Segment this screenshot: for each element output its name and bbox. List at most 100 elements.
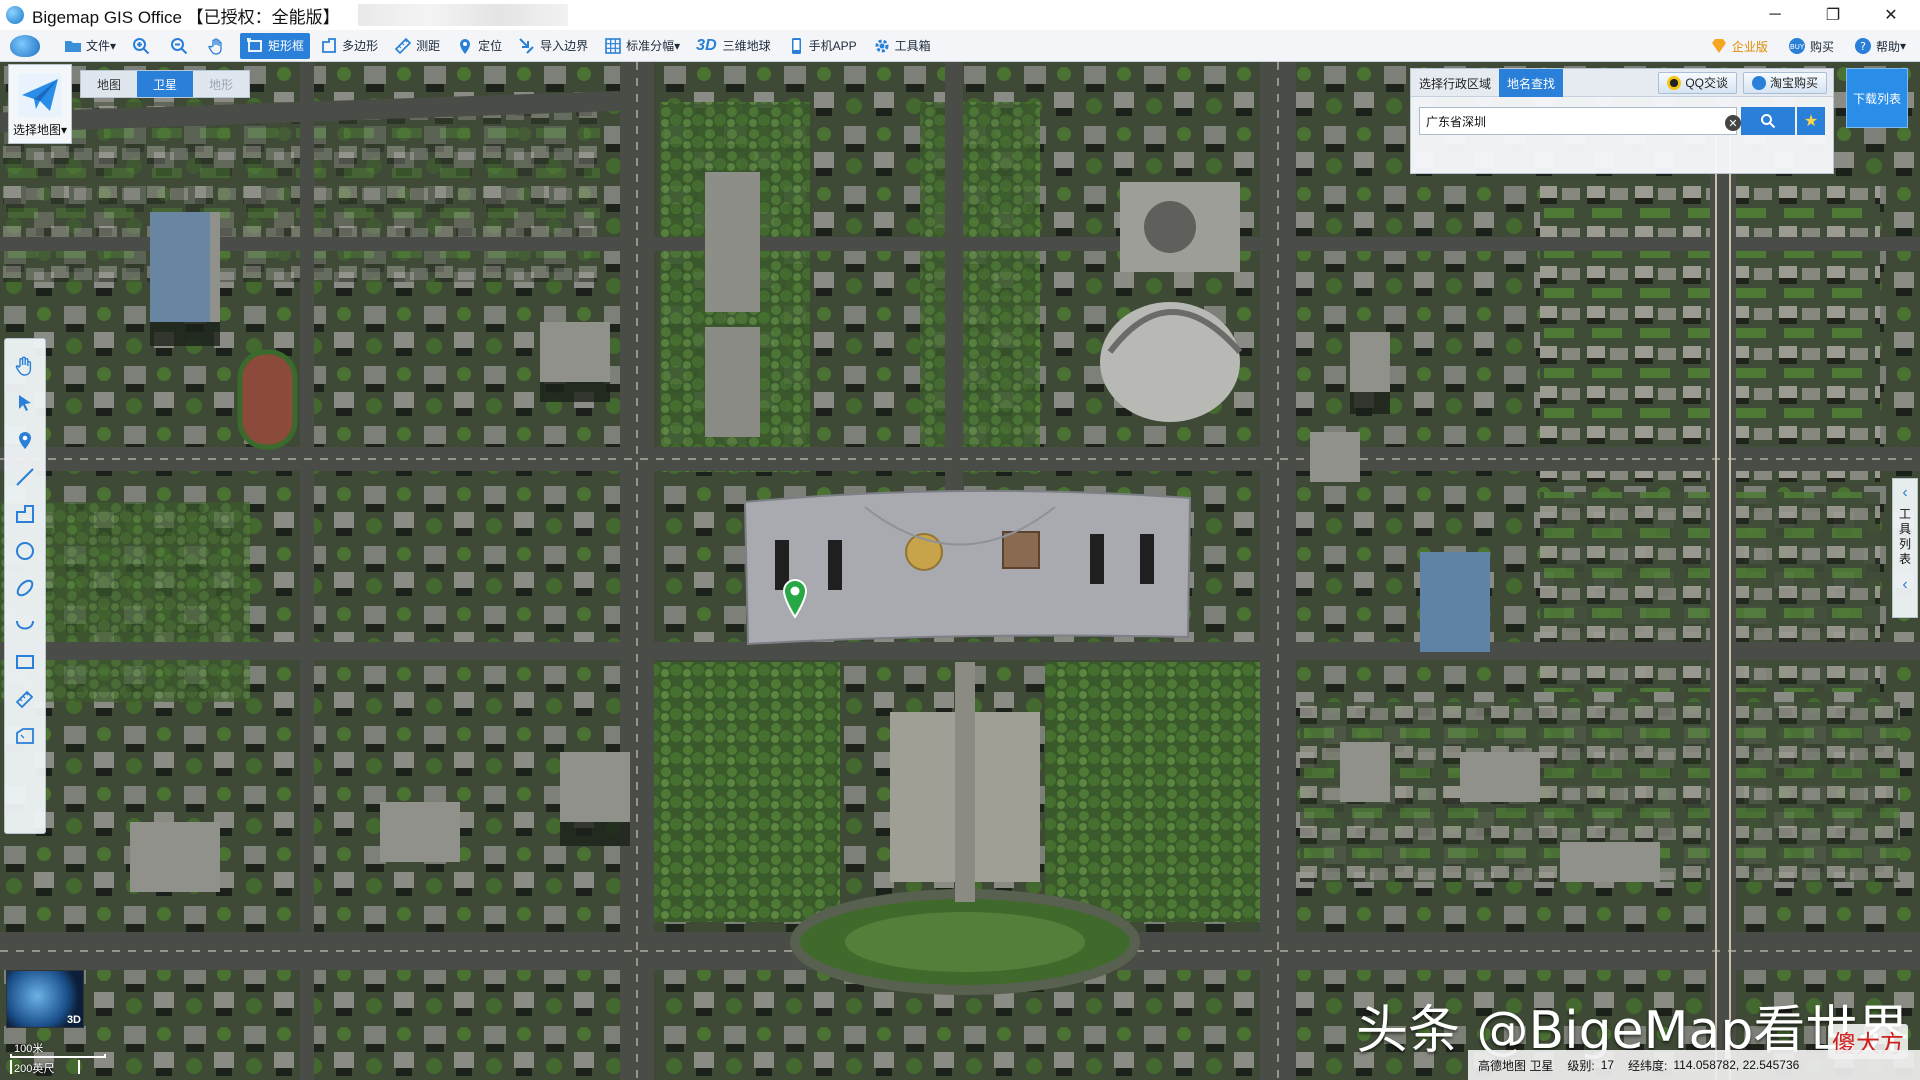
chevron-left-icon: ‹ (1902, 576, 1908, 593)
tool-list-char: 表 (1898, 552, 1911, 566)
place-search-input[interactable] (1419, 107, 1737, 135)
ruler-icon (15, 690, 34, 709)
scale-imperial: 200英尺 (14, 1063, 55, 1075)
map-type-tabs: 地图 卫星 地形 (80, 70, 250, 98)
minimize-button[interactable]: ─ (1746, 0, 1804, 30)
download-list-button[interactable]: 下载列表 (1846, 68, 1908, 128)
standard-sheet-label: 标准分幅 (626, 39, 675, 53)
ellipse-tool[interactable] (12, 575, 38, 601)
grid-icon (604, 37, 622, 55)
search-row: ★ (1419, 107, 1825, 135)
locate-label: 定位 (478, 39, 503, 53)
diamond-icon (1710, 37, 1728, 55)
arc-icon (16, 620, 34, 630)
chevron-down-icon: ▾ (674, 38, 681, 53)
svg-text:?: ? (1860, 40, 1866, 53)
buy-icon: BUY (1788, 37, 1806, 55)
polygon-select-button[interactable]: 多边形 (314, 33, 384, 59)
select-map-button[interactable]: 选择地图▾ (8, 64, 72, 144)
locate-button[interactable]: 定位 (450, 33, 508, 59)
hand-icon (208, 37, 226, 55)
enterprise-edition-label: 企业版 (1731, 39, 1768, 54)
mobile-app-button[interactable]: 手机APP (781, 33, 863, 59)
file-menu[interactable]: 文件 ▾ (58, 33, 122, 59)
3d-globe-button[interactable]: 3D 三维地球 (690, 33, 776, 59)
tab-terrain[interactable]: 地形 (193, 71, 249, 97)
satellite-imagery (0, 62, 1920, 1080)
tab-satellite[interactable]: 卫星 (137, 71, 193, 97)
gear-icon (873, 37, 891, 55)
select-tool[interactable] (12, 390, 38, 416)
select-map-label: 选择地图▾ (13, 121, 67, 138)
rectangle-select-icon (246, 37, 264, 55)
chevron-down-icon: ▾ (60, 123, 68, 137)
phone-icon (787, 37, 805, 55)
paper-plane-icon (18, 73, 62, 117)
close-button[interactable]: ✕ (1862, 0, 1920, 30)
toolbox-button[interactable]: 工具箱 (867, 33, 937, 59)
zoom-in-icon (132, 37, 150, 55)
tab-map[interactable]: 地图 (81, 71, 137, 97)
qq-chat-button[interactable]: QQ交谈 (1658, 71, 1737, 94)
select-map-text: 选择地图 (12, 123, 61, 137)
circle-tool[interactable] (12, 538, 38, 564)
buy-button[interactable]: BUY 购买 (1782, 33, 1840, 59)
file-menu-label: 文件 (86, 39, 111, 53)
measure-tool[interactable] (12, 686, 38, 712)
toolbox-label: 工具箱 (894, 39, 931, 53)
search-icon (1761, 114, 1776, 129)
pan-tool[interactable] (12, 353, 38, 379)
marker-tool[interactable] (12, 427, 38, 453)
rectangle-select-label: 矩形框 (268, 39, 305, 53)
mobile-app-label: 手机APP (808, 39, 857, 53)
polygon-icon (16, 505, 34, 523)
help-menu[interactable]: ? 帮助 ▾ (1848, 33, 1912, 59)
import-boundary-button[interactable]: 导入边界 (512, 33, 594, 59)
line-tool[interactable] (12, 464, 38, 490)
3d-badge: 3D (66, 1014, 81, 1026)
toolbar-right-group: 企业版 BUY 购买 ? 帮助 ▾ (1704, 30, 1920, 62)
map-pin-icon (456, 37, 474, 55)
ruler-icon (394, 37, 412, 55)
scale-bar: 100米 200英尺 (10, 1040, 110, 1076)
rectangle-tool[interactable] (12, 649, 38, 675)
main-toolbar: 文件 ▾ 矩形框 多边形 测距 定位 导入边界 标准分幅 ▾ 3D 三维地球 手… (0, 30, 1920, 62)
zoom-in-button[interactable] (126, 33, 160, 59)
qq-chat-label: QQ交谈 (1685, 76, 1728, 90)
map-source: 高德地图 卫星 (1478, 1058, 1554, 1073)
tab-place-search[interactable]: 地名查找 (1499, 69, 1564, 97)
search-tabs: 选择行政区域 地名查找 QQ交谈 淘宝购买 (1411, 69, 1833, 97)
tab-select-region[interactable]: 选择行政区域 (1411, 69, 1499, 97)
tool-list-char: 具 (1898, 522, 1911, 536)
polygon-tool[interactable] (12, 501, 38, 527)
enterprise-edition-button[interactable]: 企业版 (1704, 33, 1774, 59)
area-measure-tool[interactable] (12, 723, 38, 749)
qq-icon (1667, 75, 1682, 90)
svg-text:BUY: BUY (1790, 43, 1805, 51)
coordinates-label: 经纬度: (1628, 1058, 1668, 1073)
tool-list-panel-toggle[interactable]: ‹ 工 具 列 表 ‹ (1892, 478, 1918, 618)
zoom-out-button[interactable] (164, 33, 198, 59)
zoom-level-label: 级别: (1567, 1058, 1595, 1073)
clear-search-button[interactable]: ✕ (1725, 115, 1741, 131)
taobao-buy-button[interactable]: 淘宝购买 (1742, 71, 1827, 94)
search-tab-actions: QQ交谈 淘宝购买 (1658, 69, 1833, 96)
satellite-map-view[interactable]: 选择地图▾ 地图 卫星 地形 选择行政区域 地名查找 QQ交谈 淘宝购买 广东省… (0, 62, 1920, 1080)
arc-tool[interactable] (12, 612, 38, 638)
bigemap-logo-icon[interactable] (10, 34, 40, 57)
standard-sheet-button[interactable]: 标准分幅 ▾ (598, 33, 686, 59)
title-bar: Bigemap GIS Office 【已授权：全能版】 ─ ❐ ✕ (0, 0, 1920, 30)
location-marker-icon[interactable] (782, 578, 808, 618)
import-arrow-icon (518, 37, 536, 55)
3d-globe-thumbnail[interactable]: 3D (6, 970, 84, 1028)
restore-button[interactable]: ❐ (1804, 0, 1862, 30)
rectangle-select-button[interactable]: 矩形框 (240, 32, 311, 59)
favorite-button[interactable]: ★ (1797, 107, 1825, 135)
chevron-left-icon: ‹ (1902, 484, 1908, 501)
status-bar: 高德地图 卫星 级别: 17 经纬度: 114.058782, 22.54573… (1468, 1050, 1920, 1080)
help-icon: ? (1854, 37, 1872, 55)
search-button[interactable] (1741, 107, 1795, 135)
search-panel: 选择行政区域 地名查找 QQ交谈 淘宝购买 ★ ✕ (1410, 68, 1834, 174)
pan-button[interactable] (202, 33, 236, 59)
measure-distance-button[interactable]: 测距 (388, 33, 446, 59)
